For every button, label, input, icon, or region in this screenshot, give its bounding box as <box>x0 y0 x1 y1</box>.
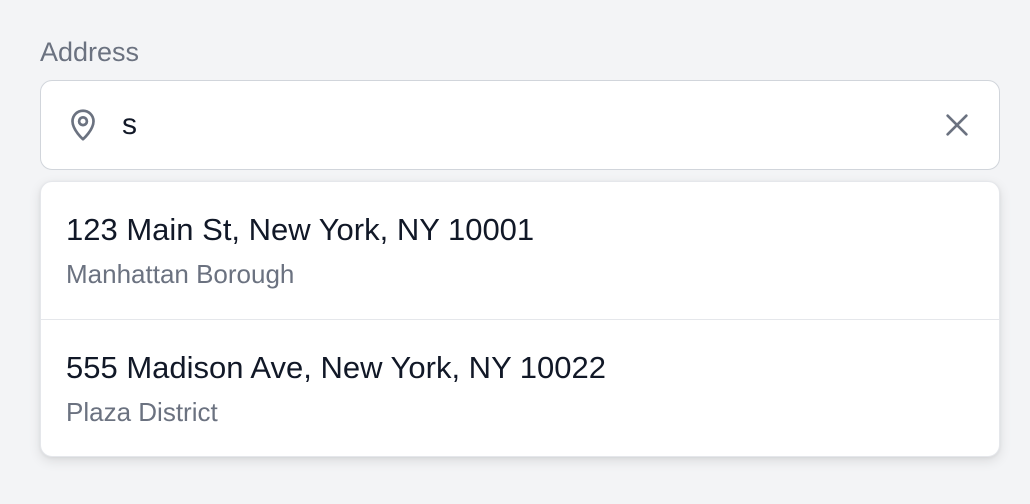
suggestion-address: 123 Main St, New York, NY 10001 <box>66 212 535 247</box>
suggestion-item[interactable]: 123 Main St, New York, NY 10001 Manhatta… <box>41 182 999 319</box>
close-icon[interactable] <box>941 109 973 141</box>
map-pin-icon <box>65 107 101 143</box>
address-input[interactable] <box>122 81 902 169</box>
suggestions-dropdown: 123 Main St, New York, NY 10001 Manhatta… <box>40 181 1000 457</box>
suggestion-area: Manhattan Borough <box>66 259 295 289</box>
address-label: Address <box>40 37 140 67</box>
address-field: Address 123 Main St, New York, NY 10001 … <box>40 36 1000 457</box>
suggestion-area: Plaza District <box>66 397 218 427</box>
address-input-box[interactable] <box>40 80 1000 170</box>
suggestion-address: 555 Madison Ave, New York, NY 10022 <box>66 350 607 385</box>
suggestion-item[interactable]: 555 Madison Ave, New York, NY 10022 Plaz… <box>41 319 999 456</box>
